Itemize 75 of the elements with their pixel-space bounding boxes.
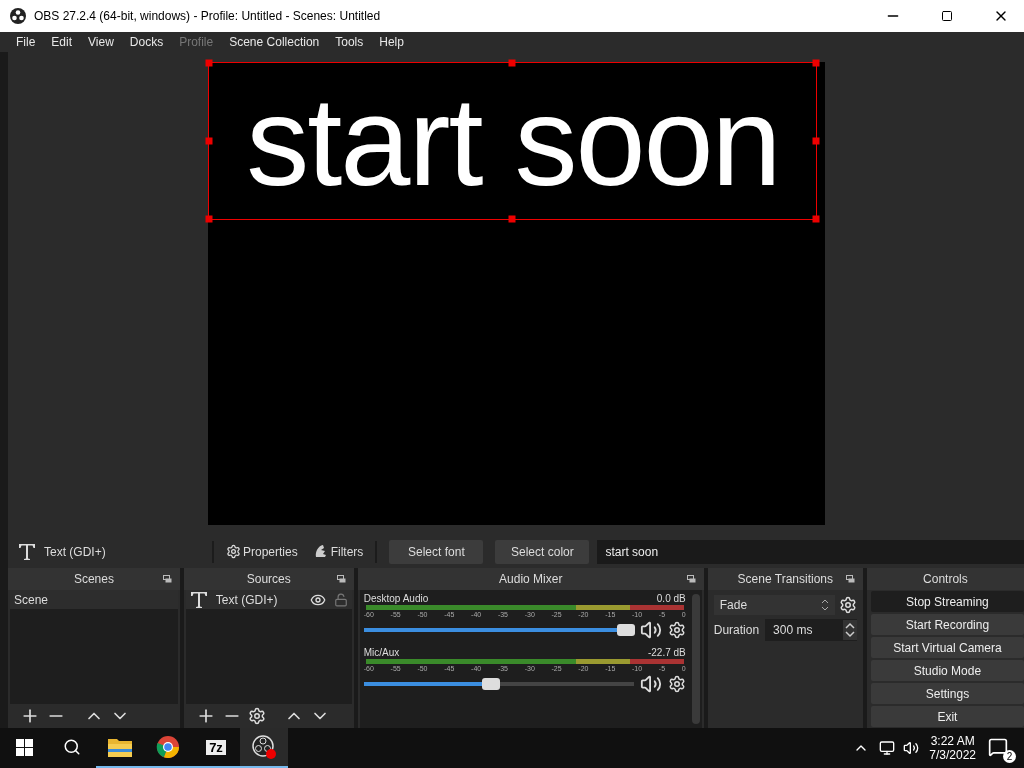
control-button[interactable]: Studio Mode	[870, 660, 1024, 681]
menu-item[interactable]: Edit	[43, 35, 81, 49]
properties-button[interactable]: Properties	[222, 544, 302, 559]
toolbar-button[interactable]: Select color	[495, 539, 590, 564]
settings-icon[interactable]	[667, 675, 686, 693]
network-icon[interactable]	[879, 740, 896, 756]
filter-icon	[313, 544, 329, 559]
text-input-field[interactable]: start soon	[597, 539, 1024, 564]
duration-field[interactable]: 300 ms	[765, 619, 857, 641]
app-logo-icon	[10, 8, 26, 24]
control-button[interactable]: Exit	[870, 706, 1024, 727]
preview-text: start soon	[246, 79, 780, 205]
menu-item[interactable]: Docks	[121, 35, 172, 49]
float-icon[interactable]	[845, 575, 855, 583]
source-name: Text (GDI+)	[44, 544, 107, 559]
text-icon	[189, 590, 208, 609]
volume-icon[interactable]	[903, 740, 920, 756]
db-reading: 0.0 dB	[656, 593, 686, 604]
preview-canvas[interactable]: start soon	[207, 62, 825, 525]
selection-box[interactable]: start soon	[207, 62, 817, 220]
source-label: Text (GDI+)	[215, 592, 279, 607]
control-button[interactable]: Start Recording	[870, 614, 1024, 635]
toolbar-button[interactable]: Select font	[389, 539, 484, 564]
scrollbar[interactable]	[691, 594, 700, 724]
maximize-icon[interactable]	[941, 10, 953, 22]
menu-item[interactable]: Help	[371, 35, 412, 49]
updown-arrows-icon	[820, 598, 829, 612]
float-icon[interactable]	[162, 575, 172, 583]
speaker-icon[interactable]	[639, 673, 662, 695]
search-icon[interactable]	[63, 738, 81, 756]
source-item[interactable]: Text (GDI+)	[185, 590, 352, 609]
resize-handle[interactable]	[508, 215, 516, 223]
dock-title: Scene Transitions	[737, 572, 833, 586]
dock-title: Audio Mixer	[499, 572, 563, 586]
folder-icon[interactable]	[108, 737, 132, 757]
control-button[interactable]: Stop Streaming	[870, 591, 1024, 612]
unlocked-icon[interactable]	[333, 592, 348, 607]
menu-item[interactable]: File	[8, 35, 44, 49]
spinner-arrows-icon[interactable]	[842, 620, 857, 640]
settings-icon[interactable]	[247, 707, 266, 725]
settings-icon[interactable]	[838, 596, 857, 614]
control-button[interactable]: Start Virtual Camera	[870, 637, 1024, 658]
float-icon[interactable]	[686, 575, 696, 583]
browser-icon[interactable]	[156, 735, 180, 759]
resize-handle[interactable]	[812, 59, 819, 67]
resize-handle[interactable]	[508, 59, 516, 67]
float-icon[interactable]	[336, 575, 346, 583]
window-title: OBS 27.2.4 (64-bit, windows) - Profile: Untitled - Scenes: Untitled	[34, 9, 382, 23]
transition-select[interactable]: Fade	[713, 595, 835, 615]
channel-name: Mic/Aux	[363, 647, 400, 658]
text-icon	[18, 542, 36, 561]
dock-title: Scenes	[73, 572, 114, 586]
filters-button[interactable]: Filters	[309, 544, 368, 559]
resize-handle[interactable]	[205, 59, 212, 67]
resize-handle[interactable]	[205, 137, 212, 145]
resize-handle[interactable]	[812, 137, 819, 145]
dock-title: Controls	[923, 572, 968, 586]
clock[interactable]: 3:22 AM 7/3/2022	[919, 734, 986, 762]
control-button[interactable]: Settings	[870, 683, 1024, 704]
gear-icon	[226, 544, 241, 559]
menu-item[interactable]: Tools	[327, 35, 372, 49]
scene-item[interactable]: Scene	[10, 590, 178, 609]
menu-item[interactable]: Scene Collection	[221, 35, 328, 49]
settings-icon[interactable]	[667, 621, 686, 639]
menu-item[interactable]: View	[80, 35, 122, 49]
resize-handle[interactable]	[205, 215, 212, 223]
speaker-icon[interactable]	[639, 619, 662, 641]
archiver-icon[interactable]: 7z	[206, 739, 226, 755]
start-icon[interactable]	[15, 738, 33, 756]
resize-handle[interactable]	[812, 215, 819, 223]
obs-icon[interactable]	[251, 734, 277, 760]
channel-name: Desktop Audio	[363, 593, 429, 604]
duration-label: Duration	[713, 623, 760, 637]
db-reading: -22.7 dB	[647, 647, 686, 658]
dock-title: Sources	[246, 572, 291, 586]
